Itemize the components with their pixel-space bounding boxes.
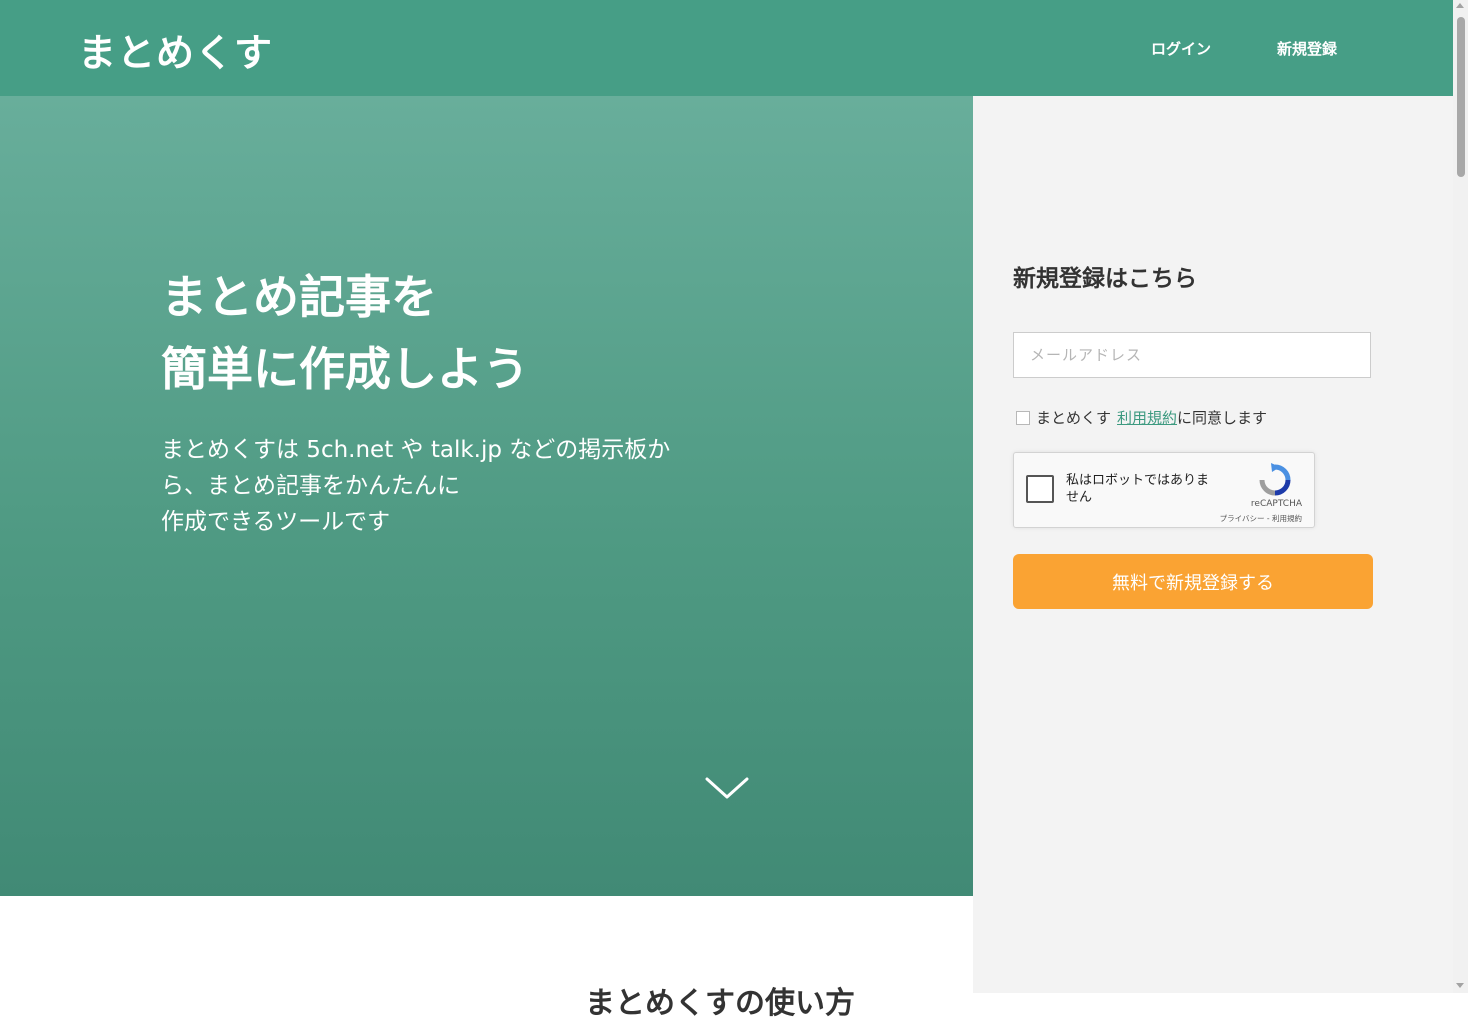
register-link[interactable]: 新規登録 bbox=[1277, 38, 1337, 59]
site-logo[interactable]: まとめくす bbox=[78, 22, 273, 77]
hero-desc-line3: 作成できるツールです bbox=[161, 509, 391, 535]
how-to-section: まとめくすの使い方 bbox=[0, 896, 973, 1021]
terms-link[interactable]: 利用規約 bbox=[1117, 407, 1177, 428]
hero-section: まとめ記事を 簡単に作成しよう まとめくすは 5ch.net や talk.jp… bbox=[0, 96, 973, 896]
hero-description: まとめくすは 5ch.net や talk.jp などの掲示板か ら、まとめ記事… bbox=[161, 432, 701, 540]
recaptcha-legal[interactable]: プライバシー - 利用規約 bbox=[1220, 513, 1302, 524]
terms-agreement: まとめくす 利用規約 に同意します bbox=[1016, 407, 1267, 428]
agree-checkbox[interactable] bbox=[1016, 410, 1030, 425]
agree-prefix: まとめくす bbox=[1036, 409, 1112, 427]
recaptcha-widget: 私はロボットではありません reCAPTCHA プライバシー - 利用規約 bbox=[1013, 452, 1315, 528]
recaptcha-label: 私はロボットではありません bbox=[1066, 473, 1210, 505]
recaptcha-checkbox[interactable] bbox=[1026, 475, 1054, 503]
recaptcha-brand: reCAPTCHA bbox=[1250, 499, 1302, 509]
scrollbar[interactable] bbox=[1453, 0, 1468, 993]
hero-desc-line2: ら、まとめ記事をかんたんに bbox=[161, 473, 460, 499]
site-header: まとめくす ログイン 新規登録 bbox=[0, 0, 1453, 96]
hero-desc-line1: まとめくすは 5ch.net や talk.jp などの掲示板か bbox=[161, 437, 671, 463]
free-register-button[interactable]: 無料で新規登録する bbox=[1013, 554, 1373, 609]
email-input[interactable] bbox=[1013, 332, 1371, 378]
scroll-down-icon[interactable] bbox=[1456, 983, 1464, 988]
login-link[interactable]: ログイン bbox=[1151, 38, 1211, 59]
hero-title: まとめ記事を 簡単に作成しよう bbox=[161, 261, 529, 405]
section-title: まとめくすの使い方 bbox=[585, 986, 855, 1021]
signup-panel: 新規登録はこちら まとめくす 利用規約 に同意します 私はロボットではありません… bbox=[973, 96, 1453, 993]
scrollbar-thumb[interactable] bbox=[1457, 17, 1465, 177]
recaptcha-icon bbox=[1259, 463, 1291, 496]
agree-suffix: に同意します bbox=[1177, 409, 1268, 427]
hero-title-line1: まとめ記事を bbox=[161, 270, 437, 324]
chevron-down-icon[interactable] bbox=[705, 776, 749, 800]
hero-title-line2: 簡単に作成しよう bbox=[161, 342, 529, 396]
signup-title: 新規登録はこちら bbox=[1013, 266, 1197, 292]
scroll-up-icon[interactable] bbox=[1456, 3, 1464, 8]
